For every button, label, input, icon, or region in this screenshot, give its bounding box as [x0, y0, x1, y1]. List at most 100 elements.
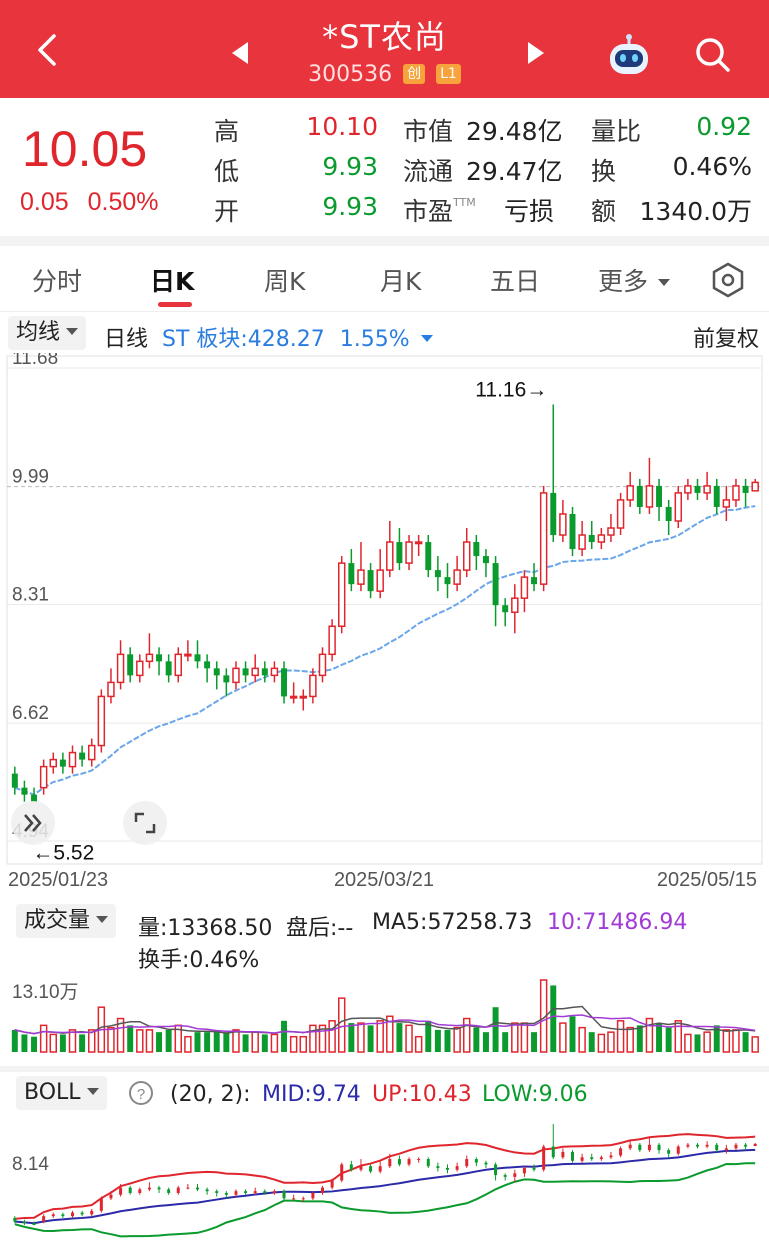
boll-candle-body	[176, 1187, 180, 1193]
candle-body	[328, 625, 336, 656]
settings-hexagon-icon[interactable]	[710, 262, 746, 298]
boll-candle-body	[205, 1189, 209, 1192]
boll-candle-body	[215, 1191, 219, 1193]
dropdown-caret-icon	[86, 1088, 99, 1095]
candle-body	[569, 513, 576, 550]
boll-candle	[686, 1142, 690, 1149]
boll-candle	[676, 1144, 680, 1156]
candle-body	[49, 758, 57, 768]
volume-bar	[194, 1032, 201, 1052]
boll-chart[interactable]: 8.14	[0, 1112, 769, 1240]
boll-candle-body	[61, 1214, 65, 1217]
boll-candle	[244, 1189, 248, 1195]
candle-body	[463, 541, 471, 571]
volume-bar	[184, 1035, 192, 1053]
candle-body	[194, 654, 201, 662]
volume-bar	[492, 1007, 499, 1052]
boll-candle-body	[407, 1159, 411, 1165]
boll-candle-body	[609, 1155, 613, 1158]
next-stock-icon[interactable]	[520, 38, 550, 68]
volume-bar	[165, 1029, 172, 1052]
volume-bar	[434, 1029, 441, 1052]
boll-candle-body	[99, 1198, 103, 1211]
boll-candle	[580, 1153, 584, 1163]
candle-body	[425, 542, 432, 571]
volume-axis-label: 13.10万	[12, 982, 79, 1003]
volume-bar	[463, 1017, 471, 1053]
pe-label-text: 市盈	[403, 197, 454, 226]
fullscreen-button[interactable]	[123, 801, 167, 845]
boll-candle-body	[599, 1157, 603, 1160]
boll-candle	[609, 1151, 613, 1160]
kline-chart[interactable]: 11.689.998.316.624.94 11.16→ ←5.52 2025/…	[0, 353, 769, 898]
max-price-marker: 11.16→	[475, 378, 547, 401]
tab-monthly-k[interactable]: 月K	[380, 262, 421, 298]
help-icon[interactable]: ?	[128, 1080, 154, 1106]
candle-body	[174, 653, 183, 677]
boll-candle-body	[340, 1164, 344, 1181]
candle-body	[396, 542, 403, 564]
volume-chart[interactable]: 13.10万	[0, 972, 769, 1062]
adjust-mode[interactable]: 前复权	[693, 321, 759, 353]
volume-bar	[223, 1032, 230, 1052]
search-icon[interactable]	[692, 34, 732, 74]
ma-select[interactable]: 均线	[8, 316, 87, 350]
boll-candle	[99, 1196, 103, 1213]
turnover-value: 0.46%	[672, 152, 752, 181]
candle-body	[251, 667, 259, 677]
tab-five-day[interactable]: 五日	[490, 262, 540, 298]
boll-candle-body	[744, 1144, 748, 1147]
expand-left-button[interactable]	[11, 801, 55, 845]
boll-params: (20, 2):	[170, 1082, 251, 1107]
candle-body	[68, 751, 77, 768]
candle-body	[520, 576, 529, 599]
candle-body	[21, 787, 28, 795]
boll-candle-body	[321, 1187, 324, 1193]
boll-candle	[22, 1219, 26, 1226]
boll-candle	[715, 1142, 719, 1152]
tab-daily-k[interactable]: 日K	[150, 262, 194, 298]
boll-candle-body	[426, 1159, 430, 1167]
boll-candle-body	[667, 1150, 671, 1154]
boll-candle-body	[580, 1157, 584, 1161]
volume-bar	[597, 1033, 606, 1053]
tab-intraday[interactable]: 分时	[32, 262, 82, 298]
boll-candle-body	[119, 1187, 123, 1195]
boll-candle-body	[253, 1191, 257, 1193]
boll-select[interactable]: BOLL	[16, 1076, 107, 1110]
tab-more[interactable]: 更多	[598, 262, 670, 298]
boll-candle	[196, 1184, 199, 1192]
volume-bar	[79, 1034, 86, 1052]
quote-panel: 10.05 0.05 0.50% 高 10.10 低 9.93 开 9.93 市…	[0, 98, 769, 236]
candle-body	[531, 577, 538, 585]
after-hours-value: 盘后:--	[286, 916, 354, 941]
volume-bar	[145, 1029, 154, 1053]
candle	[338, 556, 346, 634]
volume-bar	[204, 1032, 211, 1052]
volume-bar	[559, 1022, 567, 1053]
candle-body	[539, 492, 548, 585]
boll-candle	[532, 1164, 536, 1172]
candle	[539, 485, 548, 592]
candle-body	[309, 674, 317, 698]
sector-info[interactable]: ST 板块:428.27 1.55%	[162, 321, 433, 353]
boll-candle	[215, 1189, 219, 1197]
volume-select[interactable]: 成交量	[16, 904, 117, 938]
boll-candle-body	[628, 1144, 632, 1149]
candle-body	[656, 485, 663, 507]
boll-candle-body	[724, 1148, 728, 1151]
boll-candle	[599, 1155, 603, 1161]
boll-candle	[513, 1169, 517, 1183]
volume-bar	[453, 1026, 461, 1053]
robot-assistant-icon[interactable]	[606, 32, 652, 78]
volume-bar	[136, 1029, 144, 1053]
boll-panel: BOLL ? (20, 2): MID:9.74 UP:10.43 LOW:9.…	[0, 1072, 769, 1246]
turnover-label: 换	[591, 157, 617, 186]
boll-candle-body	[51, 1214, 55, 1217]
boll-candle-body	[388, 1159, 392, 1167]
candle-body	[357, 569, 365, 585]
tab-weekly-k[interactable]: 周K	[264, 262, 305, 298]
candle-body	[665, 506, 672, 521]
volume-bar	[338, 997, 346, 1053]
volume-bar	[289, 1035, 298, 1053]
